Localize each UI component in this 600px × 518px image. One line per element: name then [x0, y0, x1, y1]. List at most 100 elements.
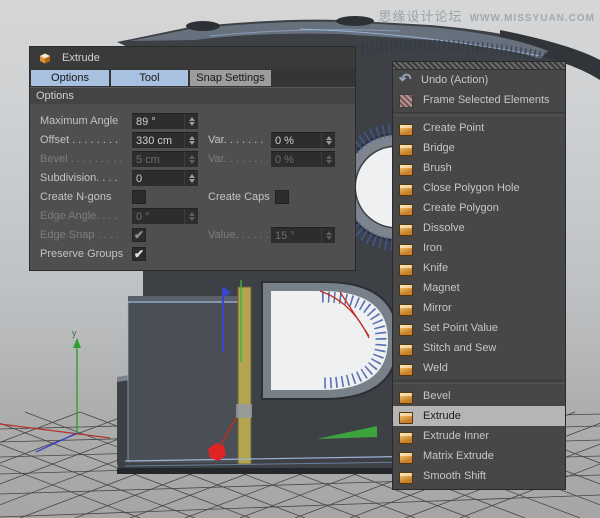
menu-item-dissolve[interactable]: Dissolve	[393, 218, 565, 238]
create-caps-checkbox[interactable]	[275, 190, 289, 204]
maximum-angle-field[interactable]: 89 °	[132, 113, 198, 129]
menu-item-knife[interactable]: Knife	[393, 258, 565, 278]
subdivision-label: Subdivision. . . .	[40, 172, 118, 184]
menu-item-smooth-shift[interactable]: Smooth Shift	[393, 466, 565, 486]
panel-title: Extrude	[62, 52, 100, 64]
spinner	[184, 152, 198, 167]
modeling-context-menu: Undo (Action) Frame Selected Elements Cr…	[393, 62, 565, 489]
bevel-icon	[399, 392, 413, 404]
snap-value-label: Value. . . . . .	[208, 229, 269, 241]
z-axis[interactable]	[36, 433, 77, 452]
edge-angle-label: Edge Angle. . . .	[40, 210, 118, 222]
set-point-value-icon	[399, 324, 413, 336]
options-section-header[interactable]: Options	[30, 87, 355, 104]
menu-tearoff-grip[interactable]	[393, 62, 565, 70]
bevel-var-label: Var. . . . . . .	[208, 153, 263, 165]
menu-item-frame-selected-elements[interactable]: Frame Selected Elements	[393, 90, 565, 110]
subdivision-field[interactable]: 0	[132, 170, 198, 186]
application-window: y 思缘设计论坛 WWW.MISSYUAN.COM Extrude Option…	[0, 0, 600, 518]
spinner	[321, 152, 335, 167]
frame-selected-icon	[399, 94, 413, 108]
spinner[interactable]	[184, 171, 198, 186]
spinner	[184, 209, 198, 224]
preserve-groups-label: Preserve Groups	[40, 248, 123, 260]
watermark: 思缘设计论坛 WWW.MISSYUAN.COM	[379, 6, 595, 25]
menu-item-undo[interactable]: Undo (Action)	[393, 70, 565, 90]
mirror-icon	[399, 304, 413, 316]
menu-item-extrude[interactable]: Extrude	[393, 406, 565, 426]
menu-item-weld[interactable]: Weld	[393, 358, 565, 378]
tab-snap-settings[interactable]: Snap Settings	[190, 70, 271, 86]
weld-icon	[399, 364, 413, 376]
smooth-shift-icon	[399, 472, 413, 484]
polygon-handle[interactable]	[236, 404, 252, 418]
menu-item-create-polygon[interactable]: Create Polygon	[393, 198, 565, 218]
menu-item-extrude-inner[interactable]: Extrude Inner	[393, 426, 565, 446]
menu-item-iron[interactable]: Iron	[393, 238, 565, 258]
bridge-icon	[399, 144, 413, 156]
create-ngons-checkbox[interactable]	[132, 190, 146, 204]
menu-item-set-point-value[interactable]: Set Point Value	[393, 318, 565, 338]
field-row-offset: Offset . . . . . . . . 330 cm Var. . . .…	[30, 131, 355, 150]
field-row-edge-snap: Edge Snap . . . . ✔ Value. . . . . . 15 …	[30, 226, 355, 245]
create-point-icon	[399, 124, 413, 136]
spinner[interactable]	[321, 133, 335, 148]
brush-icon	[399, 164, 413, 176]
undo-icon	[398, 73, 413, 88]
watermark-site-url: WWW.MISSYUAN.COM	[470, 13, 595, 24]
panel-body: Maximum Angle 89 ° Offset . . . . . . . …	[30, 104, 355, 264]
edge-angle-field: 0 °	[132, 208, 198, 224]
menu-item-bridge[interactable]: Bridge	[393, 138, 565, 158]
spinner[interactable]	[184, 133, 198, 148]
tab-options[interactable]: Options	[31, 70, 109, 86]
offset-label: Offset . . . . . . . .	[40, 134, 118, 146]
stitch-and-sew-icon	[399, 344, 413, 356]
tab-tool[interactable]: Tool	[111, 70, 188, 86]
matrix-extrude-icon	[399, 452, 413, 464]
field-row-edge-angle: Edge Angle. . . . 0 °	[30, 207, 355, 226]
offset-field[interactable]: 330 cm	[132, 132, 198, 148]
bottom-counter-hole	[262, 282, 398, 399]
panel-tab-bar: Options Tool Snap Settings	[30, 69, 355, 87]
edge-snap-label: Edge Snap . . . .	[40, 229, 119, 241]
menu-item-mirror[interactable]: Mirror	[393, 298, 565, 318]
create-ngons-label: Create N-gons	[40, 191, 112, 203]
menu-item-brush[interactable]: Brush	[393, 158, 565, 178]
preserve-groups-checkbox[interactable]: ✔	[132, 247, 146, 261]
y-axis-label: y	[72, 328, 77, 338]
field-row-maximum-angle: Maximum Angle 89 °	[30, 112, 355, 131]
offset-var-label: Var. . . . . . .	[208, 134, 263, 146]
extrude-cube-icon	[37, 50, 53, 66]
menu-separator	[393, 112, 565, 116]
extrude-icon	[399, 412, 413, 424]
bevel-label: Bevel . . . . . . . . .	[40, 153, 123, 165]
menu-item-stitch-and-sew[interactable]: Stitch and Sew	[393, 338, 565, 358]
spinner[interactable]	[184, 114, 198, 129]
menu-item-magnet[interactable]: Magnet	[393, 278, 565, 298]
offset-var-field[interactable]: 0 %	[271, 132, 335, 148]
edge-snap-checkbox[interactable]: ✔	[132, 228, 146, 242]
y-axis-arrowhead	[73, 338, 81, 348]
panel-title-bar[interactable]: Extrude	[30, 47, 355, 69]
bevel-var-field: 0 %	[271, 151, 335, 167]
create-polygon-icon	[399, 204, 413, 216]
iron-icon	[399, 244, 413, 256]
menu-item-close-polygon-hole[interactable]: Close Polygon Hole	[393, 178, 565, 198]
spinner	[321, 228, 335, 243]
selected-polygon[interactable]	[238, 287, 251, 464]
menu-separator	[393, 380, 565, 384]
snap-value-field: 15 °	[271, 227, 335, 243]
menu-item-create-point[interactable]: Create Point	[393, 118, 565, 138]
menu-item-bevel[interactable]: Bevel	[393, 386, 565, 406]
create-caps-label: Create Caps	[208, 191, 270, 203]
watermark-site-name: 思缘设计论坛	[379, 6, 463, 25]
field-row-bevel: Bevel . . . . . . . . . 5 cm Var. . . . …	[30, 150, 355, 169]
magnet-icon	[399, 284, 413, 296]
extrude-tool-panel: Extrude Options Tool Snap Settings Optio…	[30, 47, 355, 270]
field-row-subdivision: Subdivision. . . . 0	[30, 169, 355, 188]
world-axis-gizmo	[0, 338, 110, 452]
knife-icon	[399, 264, 413, 276]
field-row-preserve-groups: Preserve Groups ✔	[30, 245, 355, 264]
menu-item-matrix-extrude[interactable]: Matrix Extrude	[393, 446, 565, 466]
dissolve-icon	[399, 224, 413, 236]
